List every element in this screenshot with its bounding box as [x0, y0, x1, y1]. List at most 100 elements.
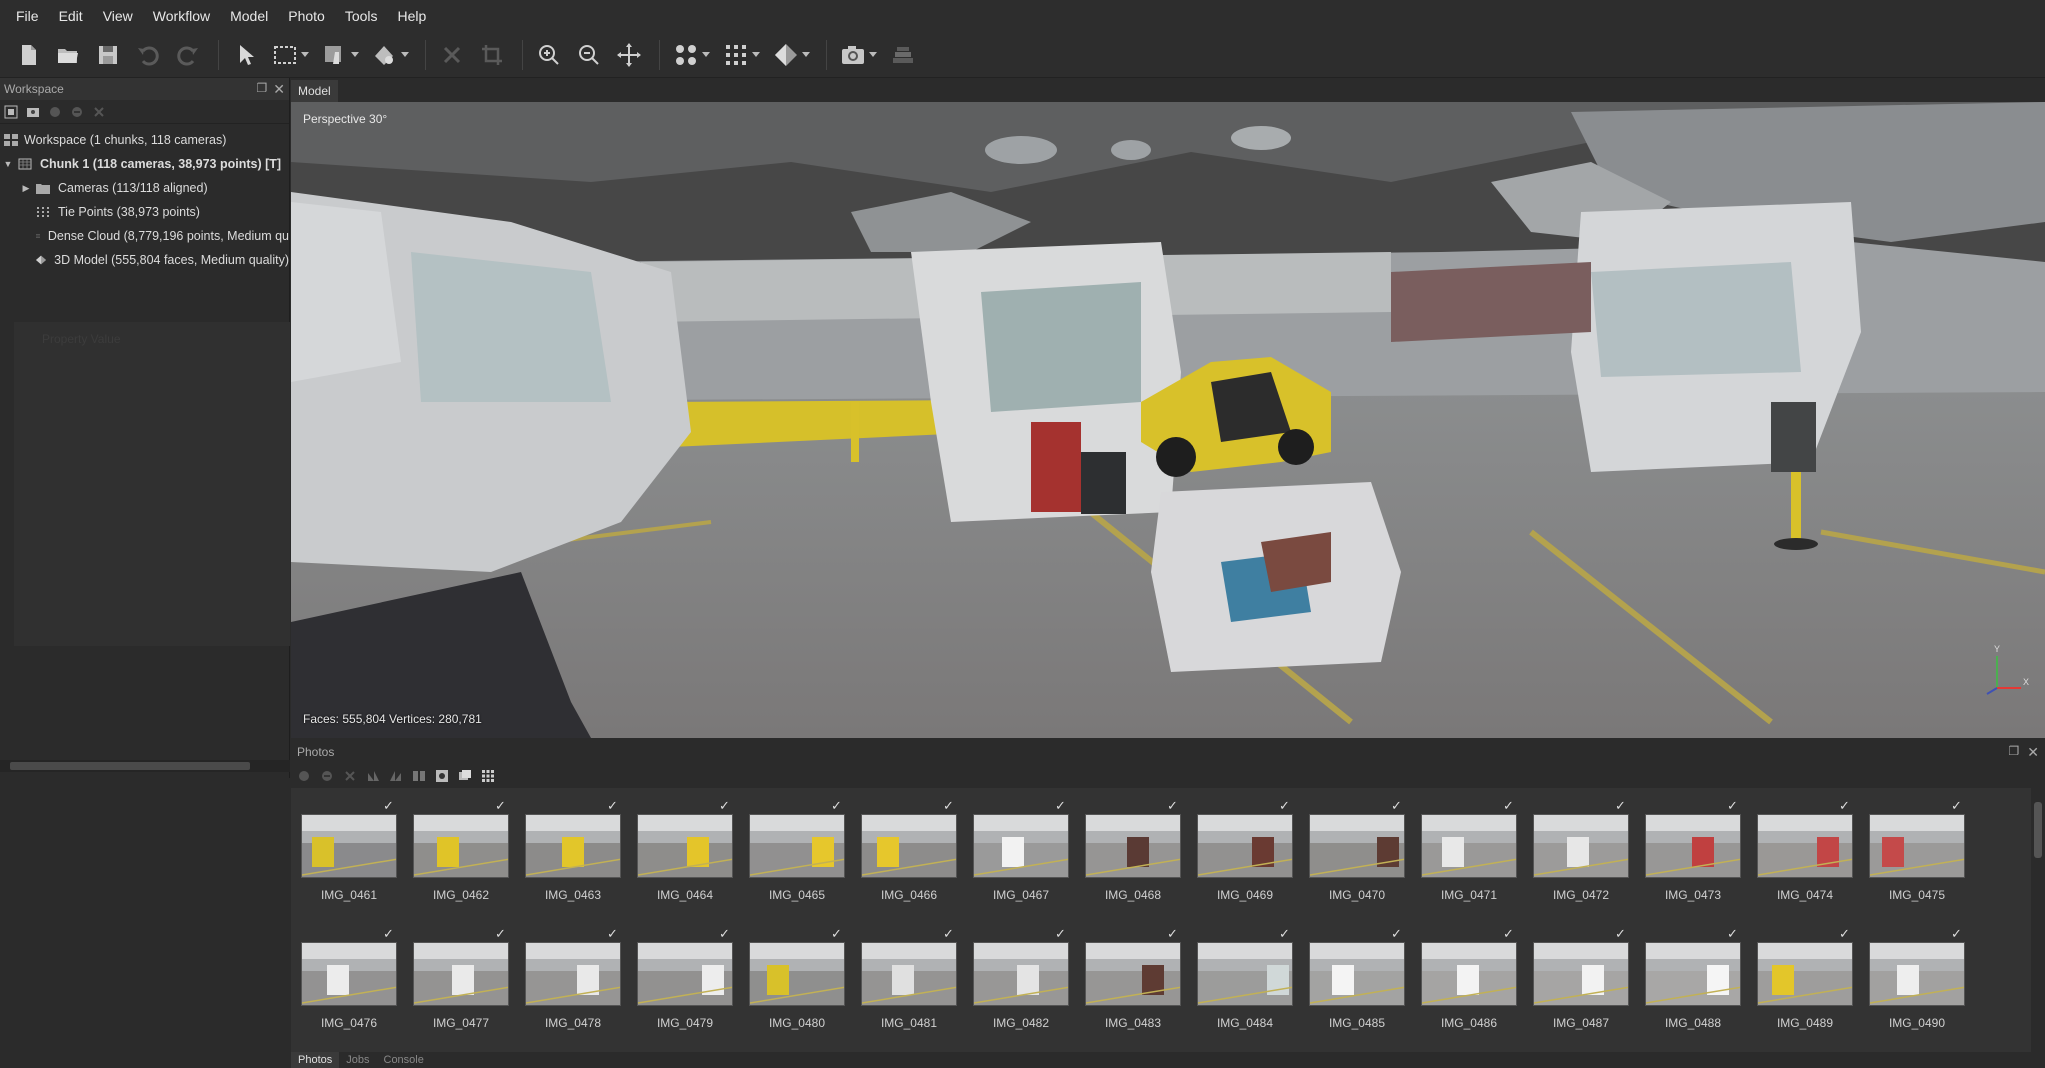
enable-icon[interactable]	[48, 105, 62, 119]
shaded-view-icon[interactable]	[668, 38, 714, 72]
tab-model[interactable]: Model	[291, 80, 338, 102]
solid-model-icon[interactable]	[768, 38, 814, 72]
delete-icon[interactable]	[434, 38, 470, 72]
menu-workflow[interactable]: Workflow	[143, 0, 220, 32]
tree-arrow-expanded[interactable]: ▼	[2, 159, 14, 169]
zoom-in-icon[interactable]	[531, 38, 567, 72]
menu-view[interactable]: View	[93, 0, 143, 32]
photo-image[interactable]	[1421, 814, 1517, 878]
view-photos-icon[interactable]	[458, 769, 472, 783]
photo-thumbnail[interactable]: ✓ IMG_0464	[637, 798, 749, 926]
save-icon[interactable]	[90, 38, 126, 72]
photo-image[interactable]	[1309, 942, 1405, 1006]
photo-image[interactable]	[1645, 942, 1741, 1006]
undo-icon[interactable]	[130, 38, 166, 72]
photo-thumbnail[interactable]: ✓ IMG_0476	[301, 926, 413, 1054]
photo-image[interactable]	[1085, 942, 1181, 1006]
photo-image[interactable]	[973, 942, 1069, 1006]
layers-icon[interactable]	[885, 38, 921, 72]
menu-tools[interactable]: Tools	[335, 0, 388, 32]
pointer-icon[interactable]	[227, 38, 263, 72]
photo-thumbnail[interactable]: ✓ IMG_0471	[1421, 798, 1533, 926]
photo-thumbnail[interactable]: ✓ IMG_0489	[1757, 926, 1869, 1054]
photo-image[interactable]	[1197, 942, 1293, 1006]
zoom-out-icon[interactable]	[571, 38, 607, 72]
open-folder-icon[interactable]	[50, 38, 86, 72]
crop-icon[interactable]	[474, 38, 510, 72]
menu-photo[interactable]: Photo	[278, 0, 335, 32]
camera-icon[interactable]	[835, 38, 881, 72]
photo-image[interactable]	[1533, 942, 1629, 1006]
photo-thumbnail[interactable]: ✓ IMG_0480	[749, 926, 861, 1054]
menu-help[interactable]: Help	[388, 0, 437, 32]
disable-icon[interactable]	[320, 769, 334, 783]
photo-image[interactable]	[413, 942, 509, 1006]
photo-thumbnail[interactable]: ✓ IMG_0461	[301, 798, 413, 926]
scrollbar-thumb[interactable]	[2034, 802, 2042, 858]
photo-image[interactable]	[525, 942, 621, 1006]
photo-image[interactable]	[1869, 942, 1965, 1006]
photo-thumbnail[interactable]: ✓ IMG_0490	[1869, 926, 1981, 1054]
rectangle-selection-icon[interactable]	[267, 38, 313, 72]
photo-image[interactable]	[749, 942, 845, 1006]
tree-row-tie-points[interactable]: Tie Points (38,973 points)	[0, 200, 289, 224]
photo-thumbnail[interactable]: ✓ IMG_0462	[413, 798, 525, 926]
enable-icon[interactable]	[297, 769, 311, 783]
photo-thumbnail[interactable]: ✓ IMG_0469	[1197, 798, 1309, 926]
tree-row-dense-cloud[interactable]: Dense Cloud (8,779,196 points, Medium qu	[0, 224, 289, 248]
tree-row-3d-model[interactable]: 3D Model (555,804 faces, Medium quality)	[0, 248, 289, 272]
workspace-scrollbar[interactable]	[0, 760, 290, 772]
photo-image[interactable]	[301, 942, 397, 1006]
photo-image[interactable]	[637, 814, 733, 878]
menu-edit[interactable]: Edit	[49, 0, 93, 32]
remove-icon[interactable]	[343, 769, 357, 783]
photo-image[interactable]	[1085, 814, 1181, 878]
new-document-icon[interactable]	[10, 38, 46, 72]
menu-file[interactable]: File	[6, 0, 49, 32]
menu-model[interactable]: Model	[220, 0, 278, 32]
photo-thumbnail[interactable]: ✓ IMG_0484	[1197, 926, 1309, 1054]
photo-thumbnail[interactable]: ✓ IMG_0467	[973, 798, 1085, 926]
photo-image[interactable]	[1869, 814, 1965, 878]
close-panel-icon[interactable]: ✕	[2027, 744, 2039, 761]
tree-row-workspace[interactable]: Workspace (1 chunks, 118 cameras)	[0, 128, 289, 152]
navigation-mode-icon[interactable]	[317, 38, 363, 72]
rotate-right-icon[interactable]	[389, 769, 403, 783]
scrollbar-thumb[interactable]	[10, 762, 250, 770]
add-chunk-icon[interactable]	[4, 105, 18, 119]
add-photos-icon[interactable]	[26, 105, 40, 119]
photo-image[interactable]	[301, 814, 397, 878]
rotate-left-icon[interactable]	[366, 769, 380, 783]
model-view-icon[interactable]	[367, 38, 413, 72]
photo-thumbnail[interactable]: ✓ IMG_0475	[1869, 798, 1981, 926]
photo-image[interactable]	[749, 814, 845, 878]
photo-thumbnail[interactable]: ✓ IMG_0463	[525, 798, 637, 926]
3d-scene[interactable]	[291, 102, 2045, 738]
photo-image[interactable]	[1533, 814, 1629, 878]
redo-icon[interactable]	[170, 38, 206, 72]
photo-image[interactable]	[1309, 814, 1405, 878]
photo-image[interactable]	[1757, 814, 1853, 878]
photo-image[interactable]	[1421, 942, 1517, 1006]
photo-thumbnail[interactable]: ✓ IMG_0488	[1645, 926, 1757, 1054]
photo-image[interactable]	[637, 942, 733, 1006]
photos-scrollbar[interactable]	[2033, 796, 2043, 1046]
photo-image[interactable]	[1197, 814, 1293, 878]
tab-console[interactable]: Console	[377, 1052, 431, 1068]
photo-image[interactable]	[973, 814, 1069, 878]
photo-image[interactable]	[1645, 814, 1741, 878]
tab-photos[interactable]: Photos	[291, 1052, 340, 1068]
photo-thumbnail[interactable]: ✓ IMG_0482	[973, 926, 1085, 1054]
photo-thumbnail[interactable]: ✓ IMG_0477	[413, 926, 525, 1054]
disable-icon[interactable]	[70, 105, 84, 119]
photo-thumbnail[interactable]: ✓ IMG_0472	[1533, 798, 1645, 926]
photo-thumbnail[interactable]: ✓ IMG_0470	[1309, 798, 1421, 926]
move-icon[interactable]	[611, 38, 647, 72]
photo-thumbnail[interactable]: ✓ IMG_0466	[861, 798, 973, 926]
photo-thumbnail[interactable]: ✓ IMG_0479	[637, 926, 749, 1054]
photo-thumbnail[interactable]: ✓ IMG_0468	[1085, 798, 1197, 926]
photo-image[interactable]	[413, 814, 509, 878]
photo-thumbnail[interactable]: ✓ IMG_0487	[1533, 926, 1645, 1054]
photo-thumbnail[interactable]: ✓ IMG_0483	[1085, 926, 1197, 1054]
mask-icon[interactable]	[435, 769, 449, 783]
